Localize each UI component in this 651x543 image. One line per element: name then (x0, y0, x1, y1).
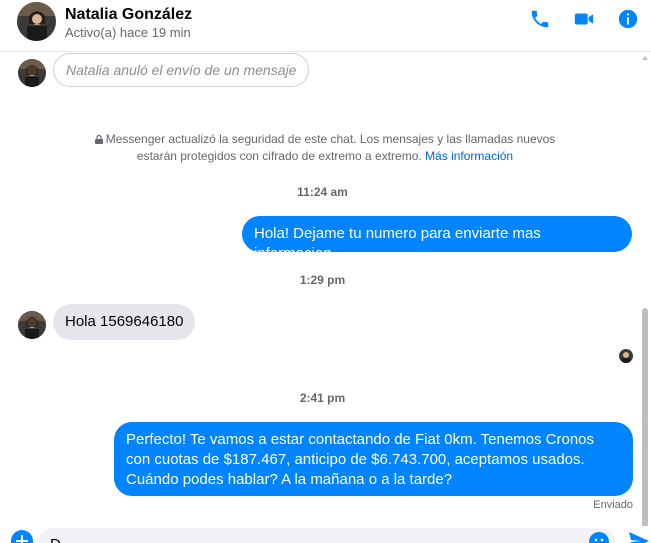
chat-header: Natalia González Activo(a) hace 19 min (0, 0, 651, 52)
seen-avatar (619, 349, 633, 363)
outgoing-message[interactable]: Hola! Dejame tu numero para enviarte mas… (242, 216, 632, 262)
message-input[interactable]: D (38, 528, 615, 543)
timestamp: 11:24 am (297, 185, 348, 199)
sender-avatar[interactable] (18, 311, 46, 339)
plus-icon[interactable] (11, 530, 33, 543)
message-status: Enviado (593, 499, 633, 511)
contact-status: Activo(a) hace 19 min (65, 25, 191, 40)
message-input-text[interactable]: D (50, 536, 61, 543)
contact-name[interactable]: Natalia González (65, 6, 192, 24)
sender-avatar[interactable] (18, 59, 46, 87)
scrollbar[interactable] (639, 52, 651, 543)
phone-icon[interactable] (529, 8, 551, 30)
lock-icon (94, 135, 103, 144)
emoji-icon[interactable] (589, 532, 609, 543)
incoming-message[interactable]: Hola 1569646180 (53, 304, 196, 340)
send-icon[interactable] (627, 530, 651, 543)
unsent-message-notice: Natalia anuló el envío de un mensaje (53, 53, 310, 87)
security-notice: Messenger actualizó la seguridad de este… (90, 131, 560, 165)
scroll-thumb[interactable] (642, 308, 648, 543)
timestamp: 2:41 pm (299, 391, 346, 405)
timestamp: 1:29 pm (299, 273, 346, 287)
outgoing-message[interactable]: Perfecto! Te vamos a estar contactando d… (114, 422, 633, 496)
info-icon[interactable] (617, 8, 639, 30)
composer: D (0, 526, 651, 543)
contact-avatar[interactable] (17, 2, 56, 41)
scroll-down-arrow-icon[interactable] (642, 516, 648, 520)
more-info-link[interactable]: Más información (425, 149, 513, 163)
scroll-up-arrow-icon[interactable] (642, 56, 648, 60)
video-icon[interactable] (573, 8, 595, 30)
